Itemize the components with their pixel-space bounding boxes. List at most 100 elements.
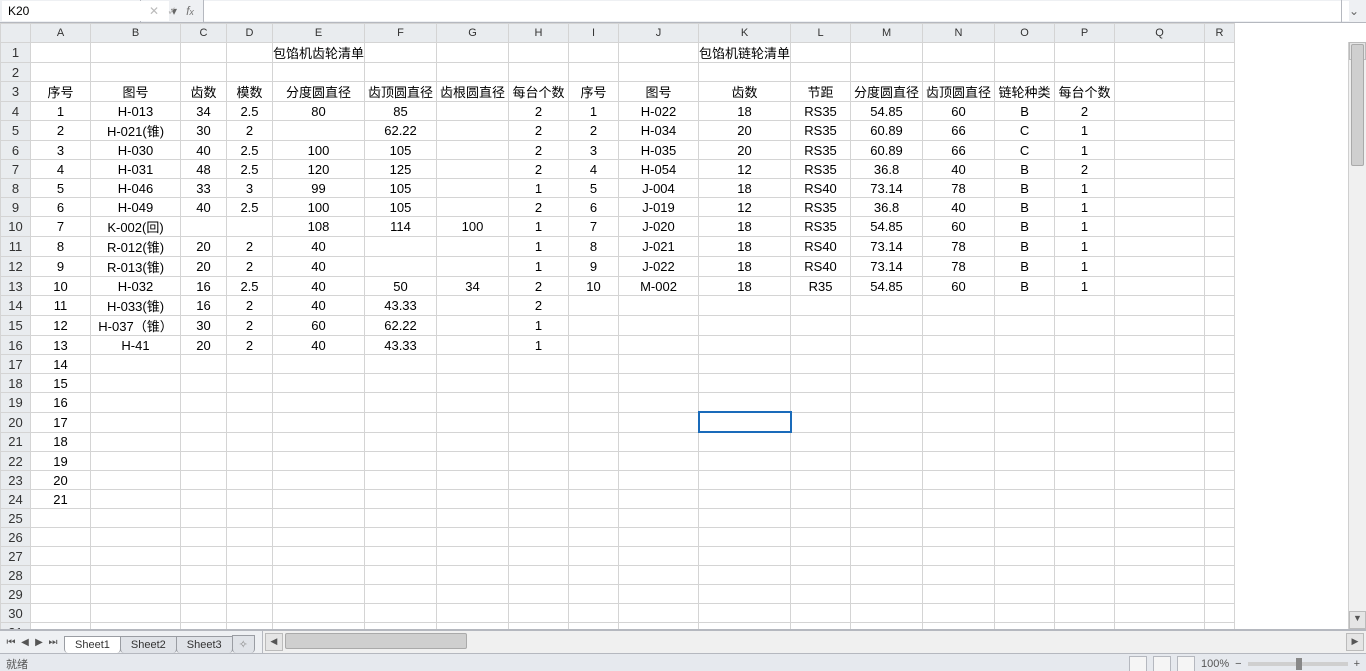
cell-C28[interactable]	[181, 566, 227, 585]
cell-B5[interactable]: H-021(锥)	[91, 121, 181, 141]
cell-D28[interactable]	[227, 566, 273, 585]
cell-F13[interactable]: 50	[365, 277, 437, 296]
col-header-E[interactable]: E	[273, 24, 365, 43]
cell-Q17[interactable]	[1115, 355, 1205, 374]
cell-B28[interactable]	[91, 566, 181, 585]
cell-N15[interactable]	[923, 316, 995, 336]
cell-F24[interactable]	[365, 490, 437, 509]
cell-E7[interactable]: 120	[273, 160, 365, 179]
cell-B24[interactable]	[91, 490, 181, 509]
row-header-26[interactable]: 26	[1, 528, 31, 547]
cell-B3[interactable]: 图号	[91, 82, 181, 102]
cell-B13[interactable]: H-032	[91, 277, 181, 296]
cell-E8[interactable]: 99	[273, 179, 365, 198]
cell-M3[interactable]: 分度圆直径	[851, 82, 923, 102]
cell-K31[interactable]	[699, 623, 791, 631]
cancel-icon[interactable]: ✕	[145, 4, 163, 18]
cell-N25[interactable]	[923, 509, 995, 528]
cell-K23[interactable]	[699, 471, 791, 490]
cell-J25[interactable]	[619, 509, 699, 528]
cell-G11[interactable]	[437, 237, 509, 257]
cell-F1[interactable]	[365, 43, 437, 63]
cell-N18[interactable]	[923, 374, 995, 393]
cell-M6[interactable]: 60.89	[851, 141, 923, 160]
cell-M20[interactable]	[851, 412, 923, 432]
cell-C6[interactable]: 40	[181, 141, 227, 160]
cell-R12[interactable]	[1205, 257, 1235, 277]
zoom-slider[interactable]	[1248, 662, 1348, 666]
cell-N8[interactable]: 78	[923, 179, 995, 198]
cell-P13[interactable]: 1	[1055, 277, 1115, 296]
cell-E21[interactable]	[273, 432, 365, 452]
cell-K27[interactable]	[699, 547, 791, 566]
cell-B22[interactable]	[91, 452, 181, 471]
cell-O25[interactable]	[995, 509, 1055, 528]
cell-L21[interactable]	[791, 432, 851, 452]
cell-F14[interactable]: 43.33	[365, 296, 437, 316]
cell-C19[interactable]	[181, 393, 227, 413]
cell-I15[interactable]	[569, 316, 619, 336]
cell-G18[interactable]	[437, 374, 509, 393]
cell-K25[interactable]	[699, 509, 791, 528]
cell-R6[interactable]	[1205, 141, 1235, 160]
cell-P27[interactable]	[1055, 547, 1115, 566]
cell-L31[interactable]	[791, 623, 851, 631]
cell-D19[interactable]	[227, 393, 273, 413]
cell-M11[interactable]: 73.14	[851, 237, 923, 257]
cell-R10[interactable]	[1205, 217, 1235, 237]
cell-E28[interactable]	[273, 566, 365, 585]
cell-C10[interactable]	[181, 217, 227, 237]
cell-L5[interactable]: RS35	[791, 121, 851, 141]
cell-P22[interactable]	[1055, 452, 1115, 471]
cell-C21[interactable]	[181, 432, 227, 452]
cell-L20[interactable]	[791, 412, 851, 432]
cell-H30[interactable]	[509, 604, 569, 623]
cell-R28[interactable]	[1205, 566, 1235, 585]
cell-J14[interactable]	[619, 296, 699, 316]
cell-N26[interactable]	[923, 528, 995, 547]
cell-K17[interactable]	[699, 355, 791, 374]
cell-H16[interactable]: 1	[509, 336, 569, 355]
cell-O18[interactable]	[995, 374, 1055, 393]
cell-G21[interactable]	[437, 432, 509, 452]
cell-R8[interactable]	[1205, 179, 1235, 198]
cell-P2[interactable]	[1055, 63, 1115, 82]
row-header-2[interactable]: 2	[1, 63, 31, 82]
cell-M16[interactable]	[851, 336, 923, 355]
cell-C30[interactable]	[181, 604, 227, 623]
row-header-28[interactable]: 28	[1, 566, 31, 585]
cell-F16[interactable]: 43.33	[365, 336, 437, 355]
cell-H4[interactable]: 2	[509, 102, 569, 121]
cell-B2[interactable]	[91, 63, 181, 82]
cell-Q7[interactable]	[1115, 160, 1205, 179]
cell-B26[interactable]	[91, 528, 181, 547]
cell-P3[interactable]: 每台个数	[1055, 82, 1115, 102]
cell-G15[interactable]	[437, 316, 509, 336]
cell-B23[interactable]	[91, 471, 181, 490]
col-header-A[interactable]: A	[31, 24, 91, 43]
row-header-8[interactable]: 8	[1, 179, 31, 198]
cell-H22[interactable]	[509, 452, 569, 471]
cell-H5[interactable]: 2	[509, 121, 569, 141]
cell-D31[interactable]	[227, 623, 273, 631]
cell-A1[interactable]	[31, 43, 91, 63]
cell-A23[interactable]: 20	[31, 471, 91, 490]
horizontal-scroll-thumb[interactable]	[285, 633, 467, 649]
cell-H3[interactable]: 每台个数	[509, 82, 569, 102]
cell-M13[interactable]: 54.85	[851, 277, 923, 296]
row-header-29[interactable]: 29	[1, 585, 31, 604]
cell-R30[interactable]	[1205, 604, 1235, 623]
cell-I31[interactable]	[569, 623, 619, 631]
cell-K10[interactable]: 18	[699, 217, 791, 237]
row-header-1[interactable]: 1	[1, 43, 31, 63]
cell-O11[interactable]: B	[995, 237, 1055, 257]
cell-I12[interactable]: 9	[569, 257, 619, 277]
sheet-tab-sheet1[interactable]: Sheet1	[64, 636, 121, 653]
cell-P24[interactable]	[1055, 490, 1115, 509]
view-page-layout-icon[interactable]	[1153, 656, 1171, 671]
cell-K2[interactable]	[699, 63, 791, 82]
cell-O16[interactable]	[995, 336, 1055, 355]
cell-C27[interactable]	[181, 547, 227, 566]
cell-K4[interactable]: 18	[699, 102, 791, 121]
cell-L13[interactable]: R35	[791, 277, 851, 296]
